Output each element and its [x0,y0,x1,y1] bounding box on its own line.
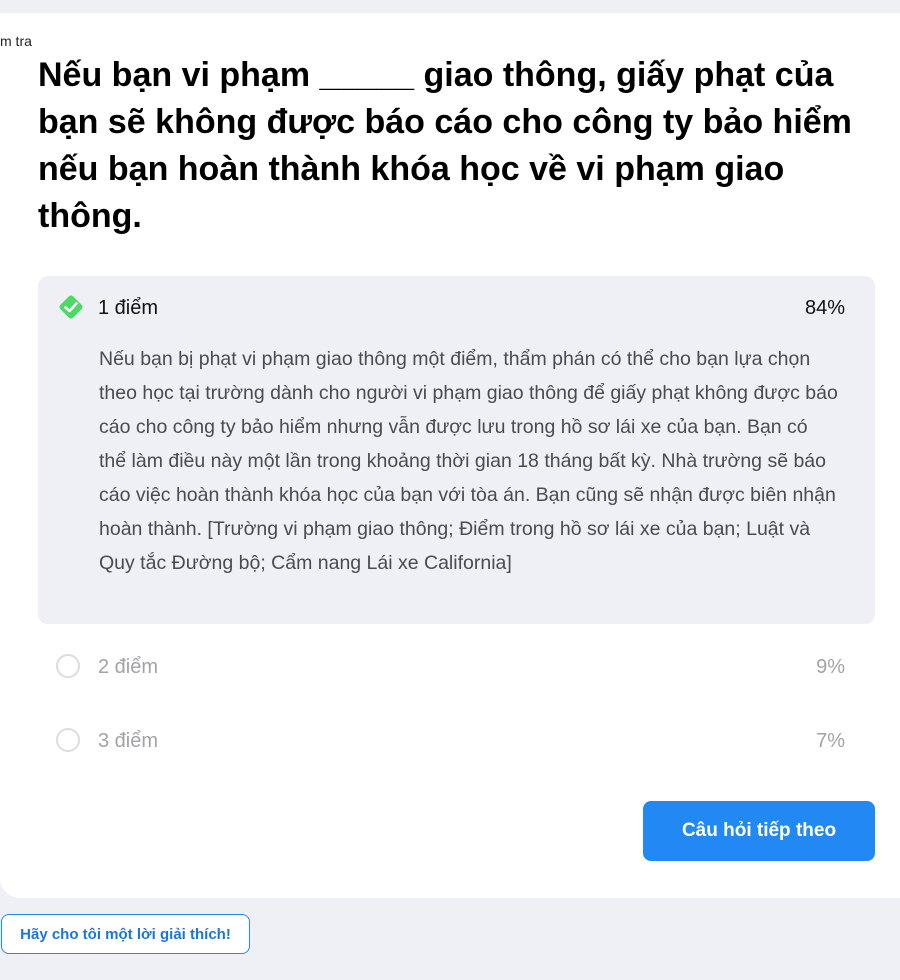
answer-option-1[interactable]: 1 điểm 84% Nếu bạn bị phạt vi phạm giao … [38,276,875,624]
answer-option-2[interactable]: 2 điểm 9% [38,638,875,698]
breadcrumb: m tra [0,33,32,49]
option-label: 1 điểm [98,297,159,319]
check-icon [59,295,83,319]
next-question-button[interactable]: Câu hỏi tiếp theo [643,801,875,861]
answer-option-3[interactable]: 3 điểm 7% [38,712,875,772]
answer-explanation: Nếu bạn bị phạt vi phạm giao thông một đ… [99,348,838,574]
radio-icon [56,654,80,678]
option-label: 2 điểm [98,656,159,678]
option-label: 3 điểm [98,730,159,752]
explain-button[interactable]: Hãy cho tôi một lời giải thích! [1,914,250,954]
question-text: Nếu bạn vi phạm _____ giao thông, giấy p… [38,56,852,235]
option-percent: 9% [816,656,845,678]
option-percent: 7% [816,730,845,752]
radio-icon [56,728,80,752]
option-percent: 84% [804,297,845,319]
